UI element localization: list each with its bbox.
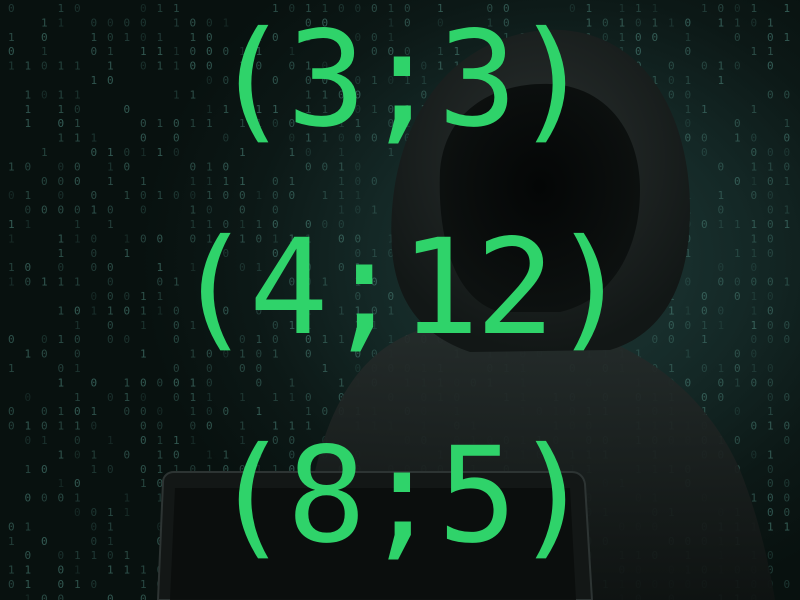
coordinate-pair: (8;5) [211,419,592,573]
hacker-scene: 0101101111010001101111010100101010101111… [0,0,800,600]
coordinate-pair: (3;3) [211,3,592,157]
coordinate-list: (3;3) (4;12) (8;5) [0,0,800,600]
coordinate-pair: (4;12) [173,211,631,365]
